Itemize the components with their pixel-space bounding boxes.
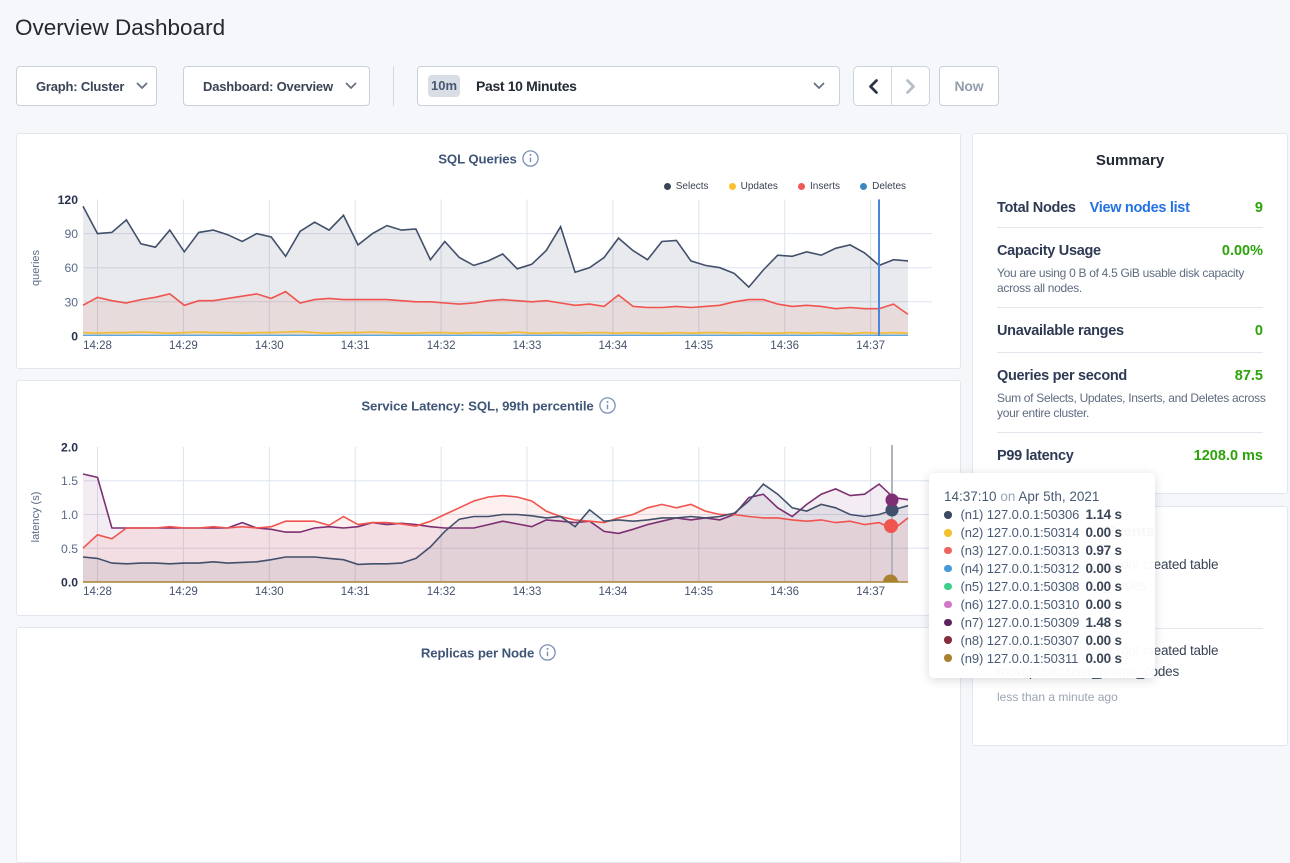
svg-text:14:29: 14:29	[169, 586, 198, 598]
svg-text:14:35: 14:35	[684, 586, 713, 598]
svg-text:14:30: 14:30	[255, 340, 284, 352]
svg-text:14:37: 14:37	[856, 340, 885, 352]
svg-text:1.5: 1.5	[61, 474, 78, 488]
svg-text:14:30: 14:30	[255, 586, 284, 598]
svg-text:queries: queries	[30, 249, 42, 286]
svg-text:60: 60	[64, 261, 78, 275]
svg-text:14:37: 14:37	[856, 586, 885, 598]
svg-text:120: 120	[58, 193, 79, 207]
svg-text:14:31: 14:31	[341, 586, 370, 598]
svg-text:14:33: 14:33	[513, 586, 542, 598]
svg-text:0.5: 0.5	[61, 542, 78, 556]
svg-text:14:28: 14:28	[83, 340, 112, 352]
svg-text:0.0: 0.0	[61, 576, 78, 590]
svg-text:14:36: 14:36	[770, 340, 799, 352]
svg-text:14:33: 14:33	[513, 340, 542, 352]
svg-text:14:32: 14:32	[427, 586, 456, 598]
svg-text:14:34: 14:34	[599, 586, 628, 598]
svg-text:latency (s): latency (s)	[30, 492, 42, 543]
svg-text:14:36: 14:36	[770, 586, 799, 598]
svg-text:14:35: 14:35	[684, 340, 713, 352]
svg-text:14:28: 14:28	[83, 586, 112, 598]
svg-text:14:31: 14:31	[341, 340, 370, 352]
svg-text:14:29: 14:29	[169, 340, 198, 352]
svg-text:0: 0	[71, 330, 78, 344]
svg-text:30: 30	[64, 295, 78, 309]
svg-text:1.0: 1.0	[61, 508, 78, 522]
svg-text:2.0: 2.0	[61, 441, 78, 455]
svg-text:14:34: 14:34	[599, 340, 628, 352]
svg-text:90: 90	[64, 227, 78, 241]
svg-text:14:32: 14:32	[427, 340, 456, 352]
